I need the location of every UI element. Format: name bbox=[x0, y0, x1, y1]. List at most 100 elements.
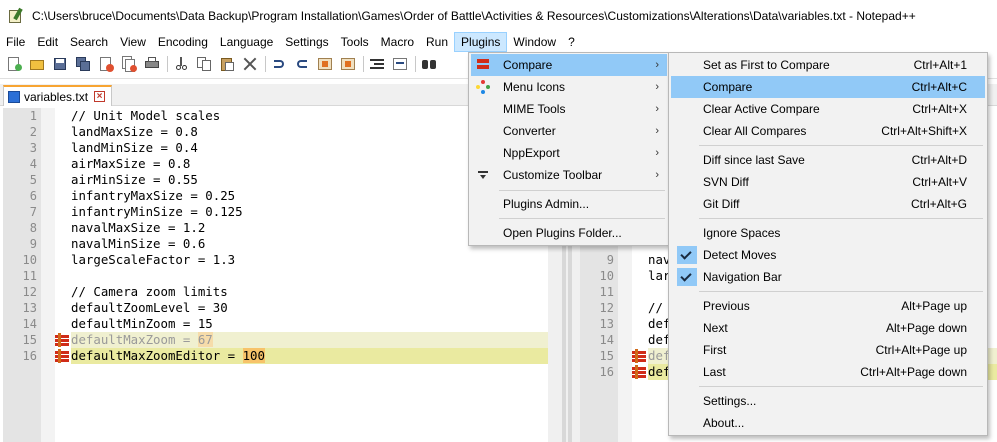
plugins-menu-item-open-plugins-folder[interactable]: Open Plugins Folder... bbox=[471, 222, 667, 244]
code-line[interactable]: 5 airMinSize = 0.55 bbox=[3, 172, 548, 188]
code-line[interactable]: 7 infantryMinSize = 0.125 bbox=[3, 204, 548, 220]
compare-menu-item-set-first[interactable]: Set as First to Compare Ctrl+Alt+1 bbox=[671, 54, 985, 76]
compare-menu-item-last[interactable]: Last Ctrl+Alt+Page down bbox=[671, 361, 985, 383]
diff-changed-marker-icon bbox=[632, 349, 646, 363]
menu-plugins[interactable]: Plugins bbox=[454, 32, 508, 52]
editor-left[interactable]: 1// Unit Model scales 2 landMaxSize = 0.8 3… bbox=[3, 108, 548, 442]
menu-search[interactable]: Search bbox=[64, 32, 114, 52]
code-line[interactable]: 1// Unit Model scales bbox=[3, 108, 548, 124]
code-line[interactable]: 8 navalMaxSize = 1.2 bbox=[3, 220, 548, 236]
menu-tools[interactable]: Tools bbox=[335, 32, 375, 52]
redo-icon[interactable] bbox=[294, 56, 310, 72]
code-line[interactable]: 11 bbox=[3, 268, 548, 284]
menu-run[interactable]: Run bbox=[420, 32, 454, 52]
code-text: largeScaleFactor = 1.3 bbox=[71, 252, 236, 267]
menu-help[interactable]: ? bbox=[562, 32, 581, 52]
compare-menu-item-first[interactable]: First Ctrl+Alt+Page up bbox=[671, 339, 985, 361]
undo-icon[interactable] bbox=[271, 56, 287, 72]
menu-icons-icon bbox=[476, 80, 490, 94]
compare-menu-item-previous[interactable]: Previous Alt+Page up bbox=[671, 295, 985, 317]
plugins-menu-item-compare[interactable]: Compare › bbox=[471, 54, 667, 76]
toolbar-separator bbox=[265, 56, 266, 72]
binoculars-icon[interactable] bbox=[421, 56, 437, 72]
menu-window[interactable]: Window bbox=[507, 32, 562, 52]
submenu-arrow-icon: › bbox=[655, 81, 659, 93]
indent-icon[interactable] bbox=[392, 56, 408, 72]
plugins-dropdown: Compare › Menu Icons › MIME Tools › Conv… bbox=[468, 52, 670, 246]
code-text: defaultMaxZoom = 67 bbox=[71, 332, 548, 348]
open-file-icon[interactable] bbox=[29, 56, 45, 72]
compare-menu-item-compare[interactable]: Compare Ctrl+Alt+C bbox=[671, 76, 985, 98]
menu-encoding[interactable]: Encoding bbox=[152, 32, 214, 52]
tab-variables-txt[interactable]: variables.txt × bbox=[3, 85, 113, 106]
code-line[interactable]: 9 navalMinSize = 0.6 bbox=[3, 236, 548, 252]
code-line[interactable]: 4 airMaxSize = 0.8 bbox=[3, 156, 548, 172]
line-number: 7 bbox=[29, 205, 37, 219]
plugins-menu-item-menu-icons[interactable]: Menu Icons › bbox=[471, 76, 667, 98]
plugins-menu-item-plugins-admin[interactable]: Plugins Admin... bbox=[471, 193, 667, 215]
compare-menu-item-clear-active[interactable]: Clear Active Compare Ctrl+Alt+X bbox=[671, 98, 985, 120]
compare-menu-item-git-diff[interactable]: Git Diff Ctrl+Alt+G bbox=[671, 193, 985, 215]
window-title: C:\Users\bruce\Documents\Data Backup\Pro… bbox=[32, 9, 916, 23]
compare-menu-item-detect-moves[interactable]: Detect Moves bbox=[671, 244, 985, 266]
replace-icon[interactable] bbox=[340, 56, 356, 72]
plugins-menu-item-nppexport[interactable]: NppExport › bbox=[471, 142, 667, 164]
print-icon[interactable] bbox=[144, 56, 160, 72]
code-line[interactable]: 12 // Camera zoom limits bbox=[3, 284, 548, 300]
plugins-menu-item-customize-toolbar[interactable]: Customize Toolbar › bbox=[471, 164, 667, 186]
line-number: 2 bbox=[29, 125, 37, 139]
compare-menu-item-diff-since-save[interactable]: Diff since last Save Ctrl+Alt+D bbox=[671, 149, 985, 171]
close-file-icon[interactable] bbox=[98, 56, 114, 72]
line-number: 3 bbox=[29, 141, 37, 155]
cut-icon[interactable] bbox=[173, 56, 189, 72]
menu-file[interactable]: File bbox=[0, 32, 31, 52]
compare-menu-item-clear-all[interactable]: Clear All Compares Ctrl+Alt+Shift+X bbox=[671, 120, 985, 142]
save-icon[interactable] bbox=[52, 56, 68, 72]
code-line[interactable]: 15 defaultMaxZoom = 67 bbox=[3, 332, 548, 348]
diff-changed-marker-icon bbox=[632, 365, 646, 379]
code-text: // Camera zoom limits bbox=[71, 284, 228, 299]
menu-language[interactable]: Language bbox=[214, 32, 279, 52]
line-number: 10 bbox=[22, 253, 37, 267]
notepad-plus-plus-icon bbox=[8, 7, 24, 24]
code-line[interactable]: 16 defaultMaxZoomEditor = 100 bbox=[3, 348, 548, 364]
compare-menu-item-ignore-spaces[interactable]: Ignore Spaces bbox=[671, 222, 985, 244]
compare-menu-item-next[interactable]: Next Alt+Page down bbox=[671, 317, 985, 339]
paste-icon[interactable] bbox=[219, 56, 235, 72]
delete-icon[interactable] bbox=[242, 56, 258, 72]
compare-menu-item-svn-diff[interactable]: SVN Diff Ctrl+Alt+V bbox=[671, 171, 985, 193]
saved-file-icon bbox=[8, 90, 20, 103]
find-icon[interactable] bbox=[317, 56, 333, 72]
line-number: 12 bbox=[599, 301, 614, 315]
code-line[interactable]: 13 defaultZoomLevel = 30 bbox=[3, 300, 548, 316]
menu-edit[interactable]: Edit bbox=[31, 32, 64, 52]
line-number: 13 bbox=[22, 301, 37, 315]
close-all-icon[interactable] bbox=[121, 56, 137, 72]
submenu-arrow-icon: › bbox=[655, 103, 659, 115]
menu-separator bbox=[499, 218, 665, 219]
compare-menu-item-navigation-bar[interactable]: Navigation Bar bbox=[671, 266, 985, 288]
code-line[interactable]: 10 largeScaleFactor = 1.3 bbox=[3, 252, 548, 268]
menu-view[interactable]: View bbox=[114, 32, 152, 52]
new-file-icon[interactable] bbox=[6, 56, 22, 72]
toolbar-separator bbox=[363, 56, 364, 72]
compare-menu-item-about[interactable]: About... bbox=[671, 412, 985, 434]
toolbar-separator bbox=[167, 56, 168, 72]
close-tab-icon[interactable]: × bbox=[94, 91, 106, 102]
menu-macro[interactable]: Macro bbox=[375, 32, 420, 52]
copy-icon[interactable] bbox=[196, 56, 212, 72]
outdent-icon[interactable] bbox=[369, 56, 385, 72]
menu-separator bbox=[699, 218, 983, 219]
menu-settings[interactable]: Settings bbox=[279, 32, 334, 52]
plugins-menu-item-converter[interactable]: Converter › bbox=[471, 120, 667, 142]
plugins-menu-item-mime-tools[interactable]: MIME Tools › bbox=[471, 98, 667, 120]
save-all-icon[interactable] bbox=[75, 56, 91, 72]
code-line[interactable]: 2 landMaxSize = 0.8 bbox=[3, 124, 548, 140]
code-line[interactable]: 14 defaultMinZoom = 15 bbox=[3, 316, 548, 332]
code-line[interactable]: 3 landMinSize = 0.4 bbox=[3, 140, 548, 156]
line-number: 11 bbox=[599, 285, 614, 299]
submenu-arrow-icon: › bbox=[655, 169, 659, 181]
compare-menu-item-settings[interactable]: Settings... bbox=[671, 390, 985, 412]
code-line[interactable]: 6 infantryMaxSize = 0.25 bbox=[3, 188, 548, 204]
